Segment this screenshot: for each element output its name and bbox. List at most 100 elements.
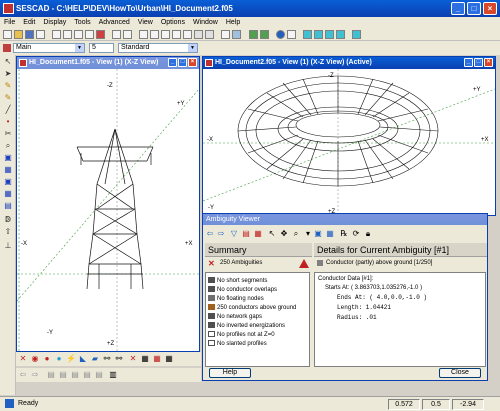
fit-icon[interactable]: ▣ (313, 229, 323, 239)
minimize-button[interactable]: _ (168, 58, 177, 67)
binoculars2-icon[interactable]: ⚯ (114, 354, 124, 364)
model-icon[interactable] (232, 30, 241, 39)
minimize-button[interactable]: _ (464, 58, 473, 67)
cut-icon[interactable] (63, 30, 72, 39)
measure-icon[interactable]: ⇧ (3, 227, 13, 237)
cube-icon[interactable]: ▣ (3, 153, 13, 163)
refresh-icon[interactable]: ⟳ (351, 229, 361, 239)
undo-icon[interactable] (112, 30, 121, 39)
list-item[interactable]: No inverted energizations (208, 322, 285, 330)
delete-icon[interactable] (96, 30, 105, 39)
scale-icon[interactable] (183, 30, 192, 39)
forward-icon[interactable]: ⇨ (30, 370, 40, 380)
wand-icon[interactable]: ⚡ (66, 354, 76, 364)
paste-icon[interactable] (85, 30, 94, 39)
list-item[interactable]: No short segments (208, 277, 267, 285)
ambiguity-viewer-dialog[interactable]: Ambiguity Viewer ⇦ ⇨ ▽ ▤ ▦ ↖ ✥ ⌕ ▾ ▣ ▦ ℞… (202, 213, 488, 381)
move-icon[interactable] (172, 30, 181, 39)
menu-display[interactable]: Display (39, 17, 70, 28)
stop-icon[interactable]: ● (42, 354, 52, 364)
delete-x-icon[interactable]: ✕ (18, 354, 28, 364)
open-icon[interactable] (52, 30, 61, 39)
select-icon[interactable]: ➤ (3, 69, 13, 79)
menu-options[interactable]: Options (157, 17, 189, 28)
menu-view[interactable]: View (134, 17, 157, 28)
report-icon[interactable]: ▤ (241, 229, 251, 239)
grid2-icon[interactable]: ▦ (164, 354, 174, 364)
wire2-icon[interactable] (260, 30, 269, 39)
number-field[interactable]: 5 (89, 43, 114, 53)
tool-e-icon[interactable]: ▤ (94, 370, 104, 380)
tool-b-icon[interactable]: ▤ (58, 370, 68, 380)
layer-select[interactable]: Main ▼ (13, 43, 85, 53)
menu-file[interactable]: File (0, 17, 19, 28)
close-dialog-button[interactable]: Close (439, 368, 481, 378)
tool-f-icon[interactable]: ▥ (108, 370, 118, 380)
zoom-dropdown-icon[interactable]: ▾ (303, 229, 313, 239)
list-item[interactable]: No network gaps (208, 313, 262, 321)
box-icon[interactable]: ▣ (3, 177, 13, 187)
menu-help[interactable]: Help (222, 17, 244, 28)
tool-c-icon[interactable]: ▤ (70, 370, 80, 380)
view-window-2[interactable]: HI_Document2.f05 - View (1) (X-Z View) (… (202, 56, 496, 216)
view-z-icon[interactable] (325, 30, 334, 39)
wire-icon[interactable] (249, 30, 258, 39)
tool-d-icon[interactable]: ▤ (82, 370, 92, 380)
window-2-title-bar[interactable]: HI_Document2.f05 - View (1) (X-Z View) (… (203, 57, 495, 69)
lock-icon[interactable]: 🔒︎ (363, 229, 373, 239)
delete2-icon[interactable]: ✕ (128, 354, 138, 364)
close-button[interactable]: × (483, 2, 497, 15)
node-icon[interactable]: • (3, 117, 13, 127)
pencil-icon[interactable]: ✎ (3, 81, 13, 91)
torus-viewport[interactable]: -Y +Y -X +X -Z +Z (203, 69, 495, 215)
binoculars-icon[interactable]: ⚯ (102, 354, 112, 364)
table-icon[interactable]: ▦ (140, 354, 150, 364)
next-icon[interactable]: ⇨ (216, 229, 226, 239)
mirror-icon[interactable] (150, 30, 159, 39)
flag-icon[interactable]: ▦ (253, 229, 263, 239)
dialog-title-bar[interactable]: Ambiguity Viewer (203, 214, 487, 225)
info-icon[interactable] (276, 30, 285, 39)
frame-icon[interactable]: ▦ (3, 165, 13, 175)
pencil2-icon[interactable]: ✎ (3, 93, 13, 103)
new-file-icon[interactable] (3, 30, 12, 39)
grid-red-icon[interactable]: ▦ (152, 354, 162, 364)
frame-icon[interactable]: ▦ (325, 229, 335, 239)
find-icon[interactable] (221, 30, 230, 39)
axis-icon[interactable]: ⊥ (3, 241, 13, 251)
list-item[interactable]: 250 conductors above ground (208, 304, 296, 312)
view-window-1[interactable]: HI_Document1.f05 - View (1) (X-Z View) _… (16, 56, 200, 352)
view-3d-icon[interactable] (336, 30, 345, 39)
dimension-icon[interactable]: ↁ (3, 215, 13, 225)
close-button[interactable]: × (484, 58, 493, 67)
pointer-icon[interactable]: ↖ (267, 229, 277, 239)
print-icon[interactable] (36, 30, 45, 39)
copy-icon[interactable] (74, 30, 83, 39)
menu-tools[interactable]: Tools (70, 17, 94, 28)
tower-viewport[interactable]: +Y -Y -X +X -Z +Z (17, 69, 199, 351)
back-icon[interactable]: ⇦ (18, 370, 28, 380)
move-icon[interactable]: ✥ (279, 229, 289, 239)
window-1-title-bar[interactable]: HI_Document1.f05 - View (1) (X-Z View) _… (17, 57, 199, 69)
filter-icon[interactable]: ▽ (229, 229, 239, 239)
style-select[interactable]: Standard ▼ (118, 43, 198, 53)
maximize-button[interactable]: □ (467, 2, 481, 15)
context-help-icon[interactable] (287, 30, 296, 39)
layers-icon[interactable]: ▤ (3, 201, 13, 211)
menu-advanced[interactable]: Advanced (95, 17, 134, 28)
tool-icon[interactable] (194, 30, 203, 39)
rotate-icon[interactable] (161, 30, 170, 39)
open-folder-icon[interactable] (14, 30, 23, 39)
scissors-icon[interactable]: ✂ (3, 129, 13, 139)
pointer-icon[interactable]: ↖ (3, 57, 13, 67)
menu-edit[interactable]: Edit (19, 17, 39, 28)
view-y-icon[interactable] (314, 30, 323, 39)
maximize-button[interactable]: □ (178, 58, 187, 67)
brush-icon[interactable]: ◣ (78, 354, 88, 364)
previous-icon[interactable]: ⇦ (205, 229, 215, 239)
list-item[interactable]: No slanted profiles (208, 340, 267, 348)
menu-window[interactable]: Window (189, 17, 222, 28)
zoom-in-icon[interactable] (352, 30, 361, 39)
list-item[interactable]: No profiles not at Z=0 (208, 331, 275, 339)
select-all-icon[interactable] (139, 30, 148, 39)
